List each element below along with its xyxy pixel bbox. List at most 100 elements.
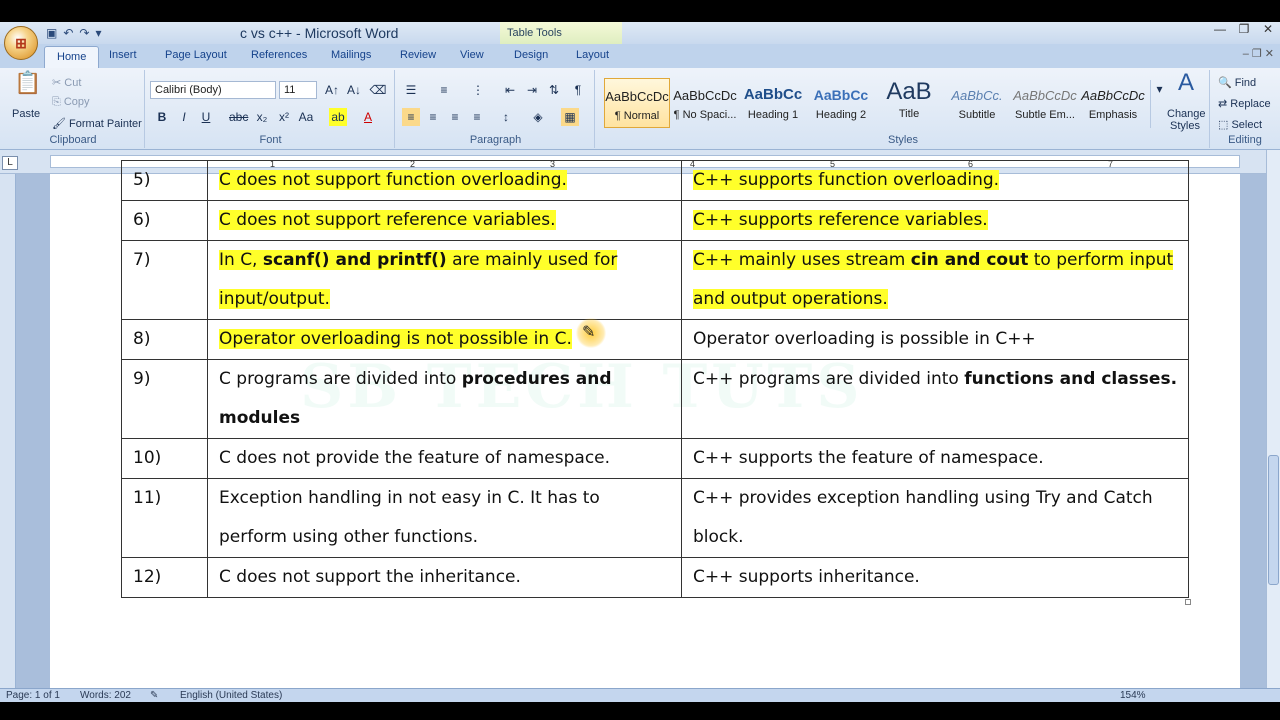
table-row[interactable]: 6) C does not support reference variables… <box>121 200 1189 241</box>
superscript-icon[interactable]: x² <box>275 108 293 126</box>
select-button[interactable]: ⬚ Select <box>1218 118 1262 131</box>
row-number-cell[interactable]: 5) <box>121 160 208 201</box>
decrease-indent-icon[interactable]: ⇤ <box>501 81 519 99</box>
numbering-icon[interactable]: ≡ <box>435 81 453 99</box>
office-button[interactable]: ⊞ <box>4 26 38 60</box>
row-number-cell[interactable]: 8) <box>121 319 208 360</box>
styles-scroll-icon[interactable]: ▾ <box>1150 80 1168 128</box>
table-row[interactable]: 9) C programs are divided into procedures… <box>121 359 1189 439</box>
redo-icon[interactable]: ↷ <box>79 26 89 40</box>
row-number-cell[interactable]: 11) <box>121 478 208 558</box>
replace-button[interactable]: ⇄ Replace <box>1218 97 1271 110</box>
multilevel-list-icon[interactable]: ⋮ <box>469 81 487 99</box>
c-cell[interactable]: C does not support function overloading. <box>207 160 682 201</box>
c-cell[interactable]: Operator overloading is not possible in … <box>207 319 682 360</box>
tab-insert[interactable]: Insert <box>109 49 137 61</box>
style-subtitle[interactable]: AaBbCc. Subtitle <box>944 78 1010 128</box>
row-number-cell[interactable]: 9) <box>121 359 208 439</box>
table-resize-handle[interactable] <box>1185 599 1191 605</box>
style-subtle-emphasis[interactable]: AaBbCcDc Subtle Em... <box>1012 78 1078 128</box>
customize-qat-icon[interactable]: ▾ <box>95 26 101 40</box>
grow-font-icon[interactable]: A↑ <box>323 81 341 99</box>
save-icon[interactable]: ▣ <box>46 26 57 40</box>
proofing-icon[interactable]: ✎ <box>150 690 158 701</box>
tab-layout[interactable]: Layout <box>576 49 609 61</box>
shading-icon[interactable]: ◈ <box>529 108 547 126</box>
table-row[interactable]: 10) C does not provide the feature of nam… <box>121 438 1189 479</box>
underline-icon[interactable]: U <box>197 108 215 126</box>
justify-icon[interactable]: ≡ <box>468 108 486 126</box>
c-cell[interactable]: C programs are divided into procedures a… <box>207 359 682 439</box>
row-number-cell[interactable]: 10) <box>121 438 208 479</box>
table-row[interactable]: 5) C does not support function overloadin… <box>121 160 1189 201</box>
style-normal[interactable]: AaBbCcDc ¶ Normal <box>604 78 670 128</box>
style-no-spacing[interactable]: AaBbCcDc ¶ No Spaci... <box>672 78 738 128</box>
table-row[interactable]: 7) In C, scanf() and printf() are mainly … <box>121 240 1189 320</box>
italic-icon[interactable]: I <box>175 108 193 126</box>
bullets-icon[interactable]: ☰ <box>402 81 420 99</box>
table-row[interactable]: 8) Operator overloading is not possible i… <box>121 319 1189 360</box>
bold-icon[interactable]: B <box>153 108 171 126</box>
borders-icon[interactable]: ▦ <box>561 108 579 126</box>
close-icon[interactable]: ✕ <box>1256 22 1280 40</box>
undo-icon[interactable]: ↶ <box>63 26 73 40</box>
tab-view[interactable]: View <box>460 49 484 61</box>
show-formatting-icon[interactable]: ¶ <box>569 81 587 99</box>
vertical-scrollbar[interactable] <box>1266 150 1280 688</box>
change-styles-button[interactable]: Change Styles <box>1167 108 1206 132</box>
tab-page-layout[interactable]: Page Layout <box>165 49 227 61</box>
subscript-icon[interactable]: x₂ <box>253 108 271 126</box>
format-painter-button[interactable]: 🖌 Format Painter <box>52 117 142 130</box>
scrollbar-thumb[interactable] <box>1268 455 1279 585</box>
paste-button[interactable]: Paste <box>12 108 40 120</box>
zoom-level[interactable]: 154% <box>1120 690 1146 701</box>
strikethrough-icon[interactable]: abc <box>229 108 248 126</box>
c-cell[interactable]: Exception handling in not easy in C. It … <box>207 478 682 558</box>
tab-home[interactable]: Home <box>44 46 100 68</box>
clear-formatting-icon[interactable]: ⌫ <box>369 81 387 99</box>
align-left-icon[interactable]: ≡ <box>402 108 420 126</box>
sort-icon[interactable]: ⇅ <box>545 81 563 99</box>
cpp-cell[interactable]: C++ mainly uses stream cin and cout to p… <box>681 240 1189 320</box>
c-cell[interactable]: C does not provide the feature of namesp… <box>207 438 682 479</box>
cpp-cell[interactable]: C++ provides exception handling using Tr… <box>681 478 1189 558</box>
row-number-cell[interactable]: 7) <box>121 240 208 320</box>
highlight-color-icon[interactable]: ab <box>329 108 347 126</box>
language-indicator[interactable]: English (United States) <box>180 690 282 701</box>
minimize-icon[interactable]: — <box>1208 22 1232 40</box>
font-family-select[interactable]: Calibri (Body) <box>150 81 276 99</box>
shrink-font-icon[interactable]: A↓ <box>345 81 363 99</box>
row-number-cell[interactable]: 12) <box>121 557 208 598</box>
align-center-icon[interactable]: ≡ <box>424 108 442 126</box>
increase-indent-icon[interactable]: ⇥ <box>523 81 541 99</box>
cpp-cell[interactable]: C++ supports reference variables. <box>681 200 1189 241</box>
style-heading-1[interactable]: AaBbCc Heading 1 <box>740 78 806 128</box>
paste-icon[interactable]: 📋 <box>14 72 41 102</box>
help-icon[interactable]: – ❐ ✕ <box>1243 47 1274 60</box>
cpp-cell[interactable]: C++ supports the feature of namespace. <box>681 438 1189 479</box>
style-heading-2[interactable]: AaBbCc Heading 2 <box>808 78 874 128</box>
change-case-icon[interactable]: Aa <box>297 108 315 126</box>
comparison-table[interactable]: 5) C does not support function overloadin… <box>121 160 1189 598</box>
font-size-select[interactable]: 11 <box>279 81 317 99</box>
style-title[interactable]: AaB Title <box>876 78 942 128</box>
copy-button[interactable]: ⎘ Copy <box>52 96 90 109</box>
cpp-cell[interactable]: C++ supports function overloading. <box>681 160 1189 201</box>
tab-mailings[interactable]: Mailings <box>331 49 371 61</box>
table-row[interactable]: 11) Exception handling in not easy in C. … <box>121 478 1189 558</box>
style-emphasis[interactable]: AaBbCcDc Emphasis <box>1080 78 1146 128</box>
tab-design[interactable]: Design <box>514 49 548 61</box>
tab-review[interactable]: Review <box>400 49 436 61</box>
restore-icon[interactable]: ❐ <box>1232 22 1256 40</box>
tab-selector[interactable]: L <box>2 156 18 170</box>
cpp-cell[interactable]: C++ supports inheritance. <box>681 557 1189 598</box>
cpp-cell[interactable]: C++ programs are divided into functions … <box>681 359 1189 439</box>
find-button[interactable]: 🔍 Find <box>1218 76 1256 89</box>
c-cell[interactable]: C does not support the inheritance. <box>207 557 682 598</box>
cut-button[interactable]: ✂ Cut <box>52 76 81 89</box>
font-color-icon[interactable]: A <box>359 108 377 126</box>
c-cell[interactable]: C does not support reference variables. <box>207 200 682 241</box>
table-row[interactable]: 12) C does not support the inheritance. C+… <box>121 557 1189 598</box>
row-number-cell[interactable]: 6) <box>121 200 208 241</box>
line-spacing-icon[interactable]: ↕ <box>497 108 515 126</box>
